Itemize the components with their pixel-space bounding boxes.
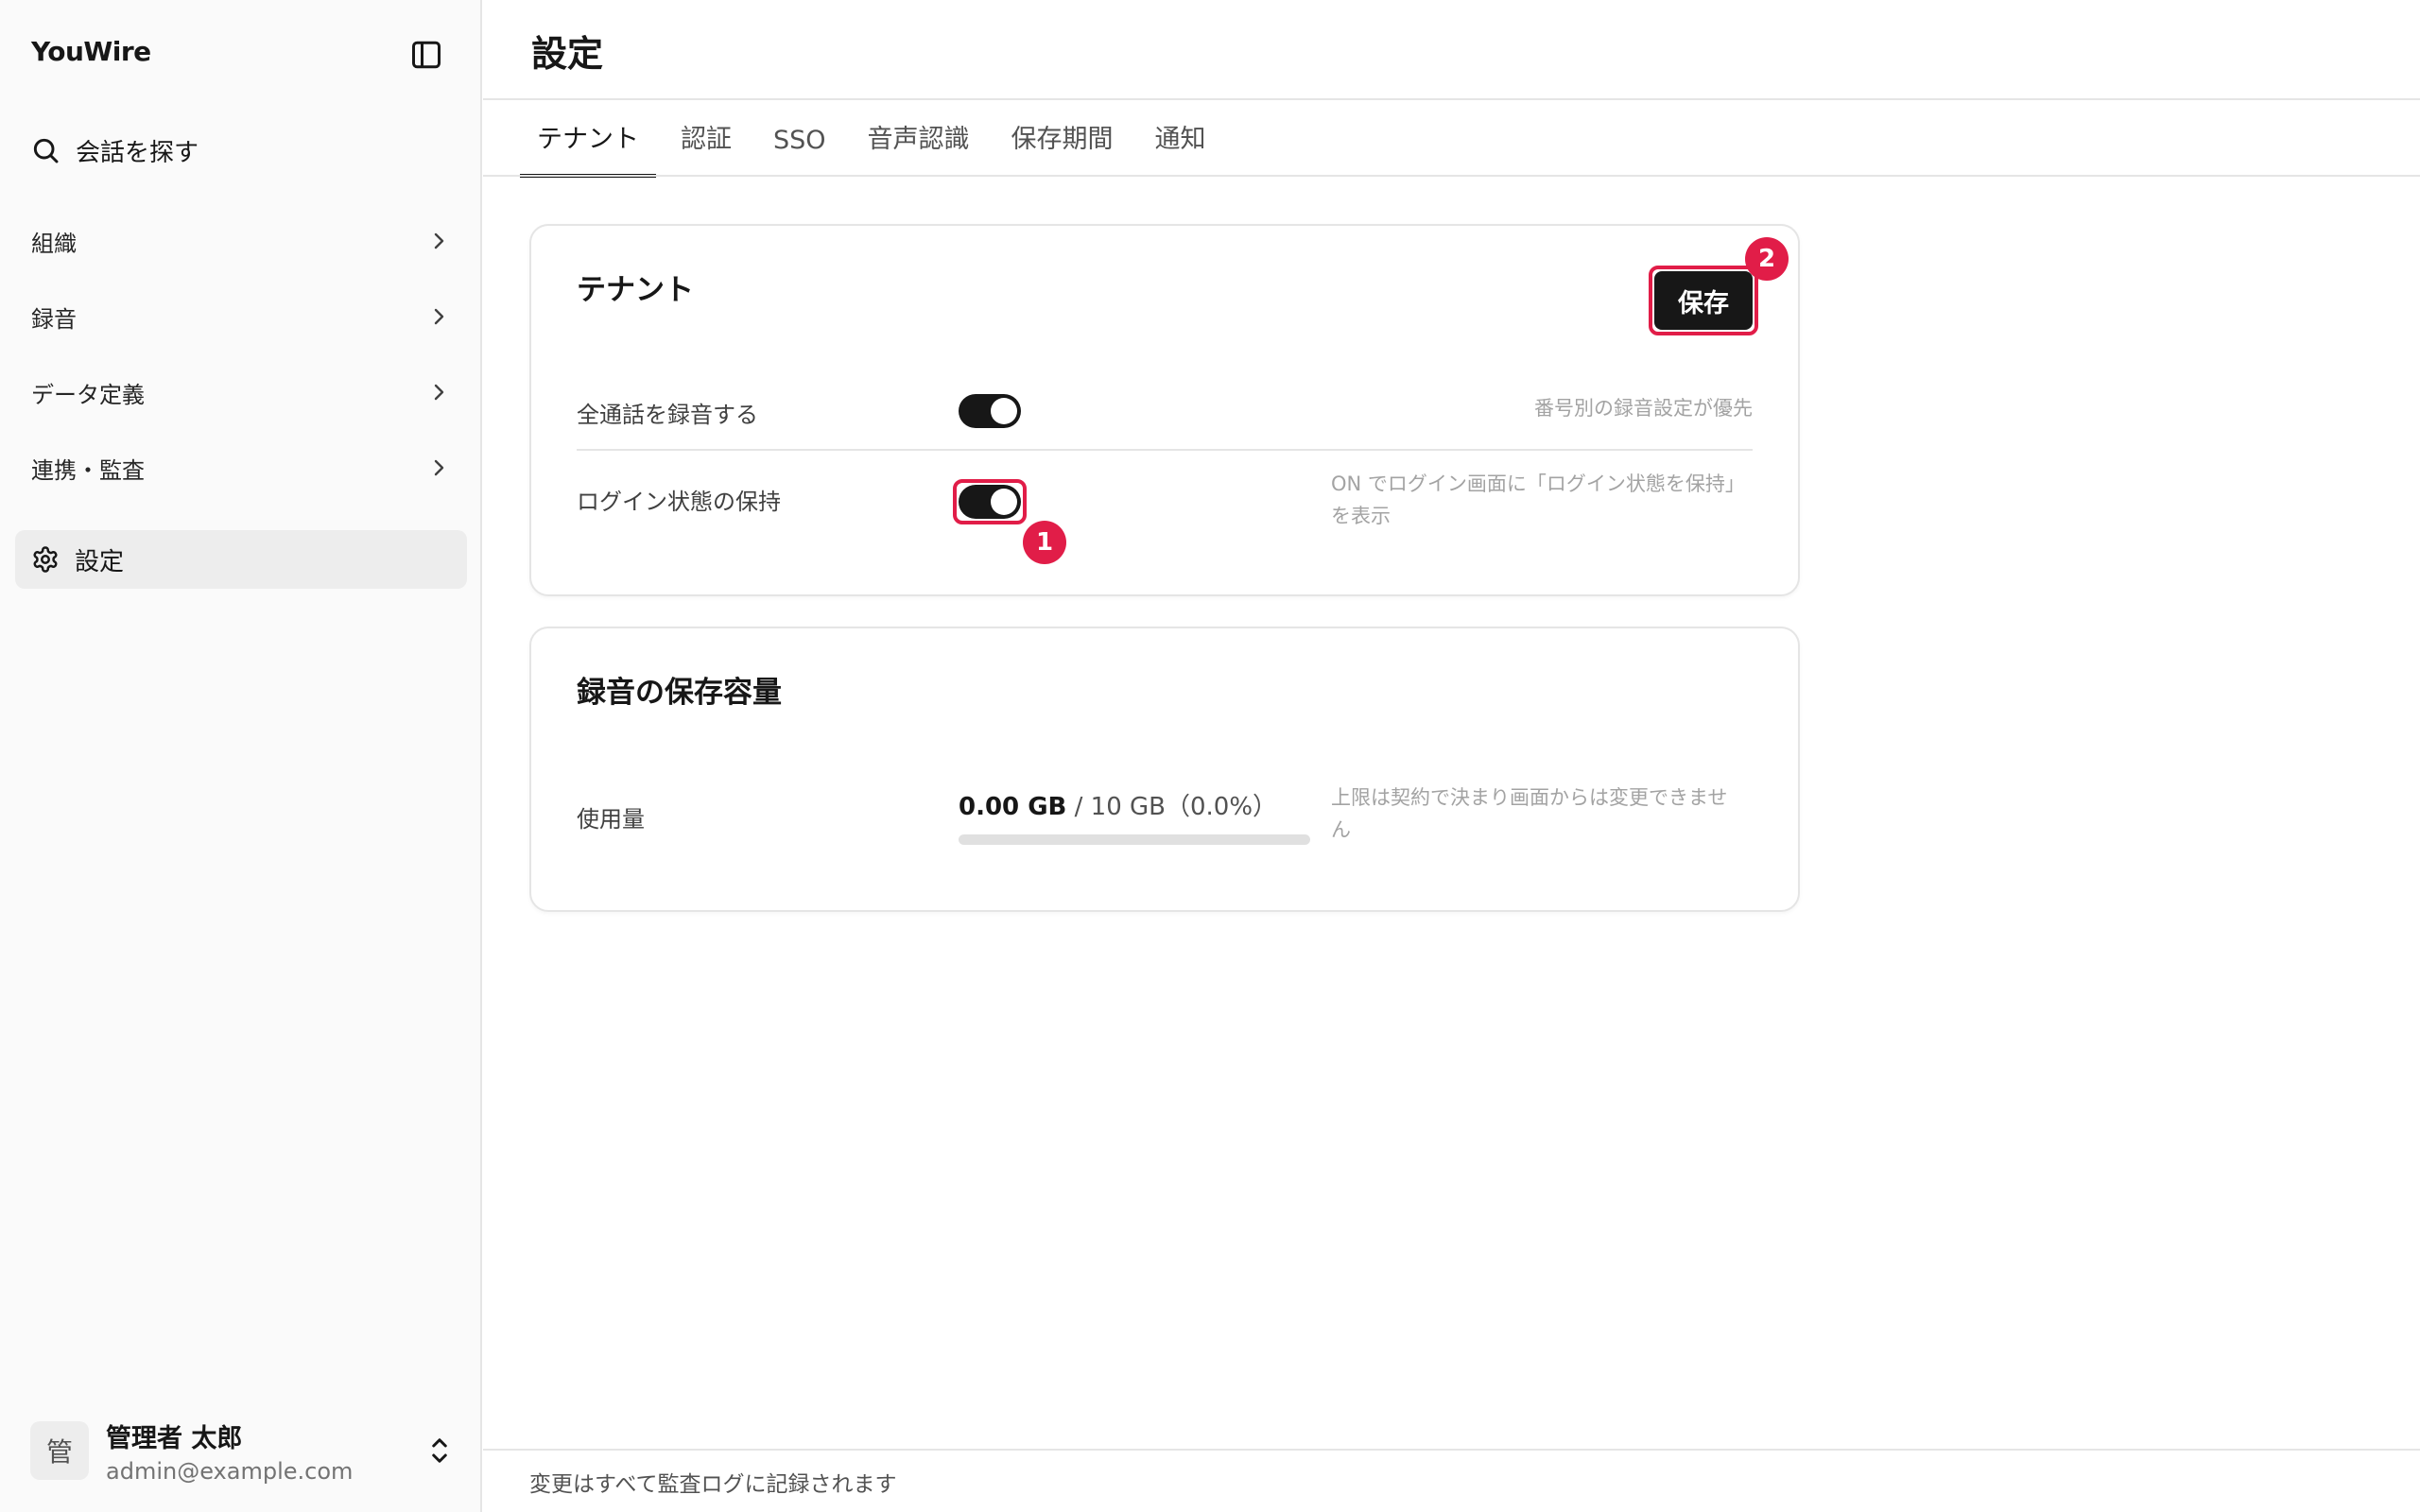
tab-speech-recognition[interactable]: 音声認識: [868, 118, 970, 176]
hint-line: を表示: [1331, 505, 1391, 527]
storage-card-title: 録音の保存容量: [577, 676, 782, 710]
sidebar-item-label: 設定: [75, 547, 125, 576]
usage-hint: 上限は契約で決まり画面からは変更できませ ん: [1331, 782, 1727, 846]
record-all-calls-hint: 番号別の録音設定が優先: [1534, 397, 1753, 420]
chevrons-up-down-icon: [432, 1438, 447, 1463]
usage-used: 0.00 GB: [959, 793, 1067, 821]
user-name: 管理者 太郎: [106, 1423, 243, 1453]
user-email: admin@example.com: [106, 1457, 354, 1485]
tabs-divider: [483, 175, 2420, 177]
step-badge-2: 2: [1745, 237, 1789, 281]
usage-progress-bar: [959, 834, 1310, 845]
row-divider: [577, 449, 1753, 451]
toggle-knob: [991, 489, 1017, 515]
sidebar-item-label: データ定義: [31, 381, 145, 408]
sidebar-item-recording[interactable]: 録音: [15, 287, 467, 346]
gear-icon: [33, 546, 58, 573]
tab-sso[interactable]: SSO: [773, 126, 826, 176]
keep-login-hint: ON でログイン画面に「ログイン状態を保持」 を表示: [1331, 468, 1745, 532]
hint-line: 上限は契約で決まり画面からは変更できませ: [1331, 786, 1728, 809]
usage-total: / 10 GB（0.0%）: [1066, 793, 1278, 821]
sidebar-item-label: 録音: [31, 305, 77, 333]
avatar: 管: [30, 1421, 89, 1480]
hint-line: ん: [1331, 818, 1351, 841]
hint-line: ON でログイン画面に「ログイン状態を保持」: [1331, 472, 1745, 495]
search-label: 会話を探す: [76, 138, 199, 167]
sidebar-item-data-definition[interactable]: データ定義: [15, 363, 467, 421]
storage-card: 録音の保存容量 使用量 0.00 GB / 10 GB（0.0%） 上限は契約で…: [529, 627, 1800, 912]
keep-login-toggle[interactable]: [959, 485, 1021, 519]
footer-divider: [483, 1449, 2420, 1451]
tab-auth[interactable]: 認証: [681, 118, 732, 176]
sidebar: YouWire 会話を探す 組織 録音 データ定義 連携・監査 設定 管 管理者: [0, 0, 482, 1512]
page-title: 設定: [531, 33, 604, 75]
record-all-calls-label: 全通話を録音する: [577, 402, 758, 428]
tab-retention[interactable]: 保存期間: [1011, 118, 1114, 176]
chevron-right-icon: [434, 232, 444, 249]
settings-tabs: テナント 認証 SSO 音声認識 保存期間 通知: [520, 102, 1248, 178]
tab-tenant[interactable]: テナント: [520, 118, 656, 178]
sidebar-toggle-icon[interactable]: [408, 38, 444, 72]
chevron-right-icon: [434, 384, 444, 401]
chevron-right-icon: [434, 308, 444, 325]
step-badge-1: 1: [1023, 521, 1066, 564]
sidebar-item-label: 組織: [31, 230, 77, 257]
toggle-knob: [991, 398, 1017, 424]
search-conversations-button[interactable]: 会話を探す: [30, 130, 199, 170]
tenant-card: テナント 保存 2 全通話を録音する 番号別の録音設定が優先 ログイン状態の保持…: [529, 224, 1800, 596]
record-all-calls-toggle[interactable]: [959, 394, 1021, 428]
search-icon: [33, 138, 59, 163]
app-logo: YouWire: [31, 36, 151, 67]
chevron-right-icon: [434, 459, 444, 476]
save-button[interactable]: 保存: [1654, 271, 1753, 330]
usage-value: 0.00 GB / 10 GB（0.0%）: [959, 787, 1277, 822]
user-menu[interactable]: 管 管理者 太郎 admin@example.com: [30, 1418, 454, 1485]
usage-label: 使用量: [577, 806, 645, 833]
tenant-card-title: テナント: [577, 273, 694, 307]
sidebar-item-settings[interactable]: 設定: [15, 530, 467, 589]
footer-note: 変更はすべて監査ログに記録されます: [529, 1472, 897, 1497]
sidebar-item-integration-audit[interactable]: 連携・監査: [15, 438, 467, 497]
keep-login-label: ログイン状態の保持: [577, 489, 781, 515]
sidebar-item-label: 連携・監査: [31, 456, 145, 484]
header-divider: [483, 98, 2420, 100]
sidebar-item-organization[interactable]: 組織: [15, 212, 467, 270]
tab-notifications[interactable]: 通知: [1155, 118, 1206, 176]
